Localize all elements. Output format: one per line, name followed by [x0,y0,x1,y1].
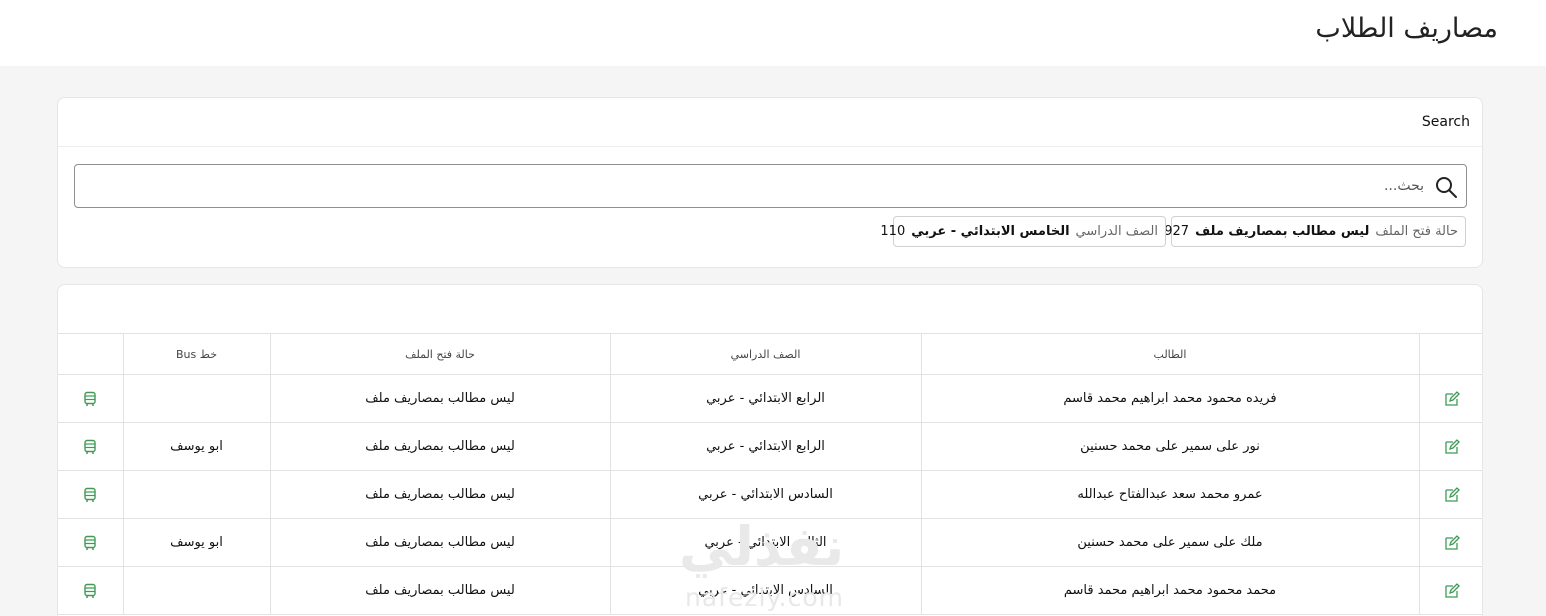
student-name-cell: نور على سمير على محمد حسنين [920,422,1419,471]
filter-chip-count: 927 [1164,224,1190,239]
bus-action-cell [58,518,123,567]
page-title: مصاريف الطلاب [1315,13,1498,44]
filter-chip-grade[interactable]: الصف الدراسي الخامس الابتدائي - عربي 110 [880,216,1166,247]
grade-cell: السادس الابتدائي - عربي [609,470,921,519]
bus-icon[interactable] [82,439,98,455]
filter-chip-file-status[interactable]: حالة فتح الملف ليس مطالب بمصاريف ملف 927 [1164,216,1466,247]
bus-line-cell: ابو يوسف [122,518,270,567]
search-input[interactable] [104,174,1424,198]
edit-icon[interactable] [1444,582,1460,599]
search-panel-title: Search [1421,114,1470,130]
search-icon [1436,177,1457,198]
filter-chip-label: حالة فتح الملف [1375,224,1458,239]
grade-cell: الرابع الابتدائي - عربي [609,374,921,423]
bus-action-cell [58,422,123,471]
search-panel: Search حالة فتح الملف ليس مطالب بمصاريف … [57,97,1483,268]
bus-action-cell [58,566,123,615]
bus-action-cell [58,470,123,519]
edit-cell [1418,518,1482,567]
table-row: محمد محمود محمد ابراهيم محمد قاسم السادس… [58,566,1482,615]
file-status-cell: ليس مطالب بمصاريف ملف [269,422,610,471]
search-box[interactable] [74,164,1467,208]
bus-line-cell [122,470,270,519]
student-name-cell: ملك على سمير على محمد حسنين [920,518,1419,567]
bus-icon[interactable] [82,535,98,551]
edit-icon[interactable] [1444,534,1460,551]
student-name-cell: محمد محمود محمد ابراهيم محمد قاسم [920,566,1419,615]
table-row: نور على سمير على محمد حسنين الرابع الابت… [58,422,1482,471]
edit-cell [1418,422,1482,471]
bus-icon[interactable] [82,583,98,599]
filter-chip-value: الخامس الابتدائي - عربي [911,224,1070,239]
column-header-bus-line: خط Bus [122,333,270,375]
filter-chip-count: 110 [880,224,906,239]
column-header-actions [1418,333,1482,375]
grade-cell: الرابع الابتدائي - عربي [609,422,921,471]
bus-action-cell [58,374,123,423]
bus-line-cell [122,566,270,615]
edit-cell [1418,470,1482,519]
filter-chip-value: ليس مطالب بمصاريف ملف [1195,224,1370,239]
students-table: الطالب الصف الدراسي حالة فتح الملف خط Bu… [58,333,1482,615]
file-status-cell: ليس مطالب بمصاريف ملف [269,566,610,615]
column-header-bus-action [58,333,123,375]
edit-icon[interactable] [1444,390,1460,407]
column-header-file-status: حالة فتح الملف [269,333,610,375]
search-panel-divider [58,146,1482,147]
edit-cell [1418,374,1482,423]
file-status-cell: ليس مطالب بمصاريف ملف [269,374,610,423]
students-table-panel: الطالب الصف الدراسي حالة فتح الملف خط Bu… [57,284,1483,616]
table-row: عمرو محمد سعد عبدالفتاح عبدالله السادس ا… [58,470,1482,519]
filter-chip-label: الصف الدراسي [1075,224,1158,239]
table-row: ملك على سمير على محمد حسنين الثالث الابت… [58,518,1482,567]
table-row: فريده محمود محمد ابراهيم محمد قاسم الراب… [58,374,1482,423]
file-status-cell: ليس مطالب بمصاريف ملف [269,518,610,567]
bus-line-cell [122,374,270,423]
edit-cell [1418,566,1482,615]
bus-icon[interactable] [82,487,98,503]
file-status-cell: ليس مطالب بمصاريف ملف [269,470,610,519]
bus-icon[interactable] [82,391,98,407]
column-header-grade: الصف الدراسي [609,333,921,375]
table-header-row: الطالب الصف الدراسي حالة فتح الملف خط Bu… [58,333,1482,375]
column-header-student: الطالب [920,333,1419,375]
top-bar: مصاريف الطلاب [0,0,1546,66]
grade-cell: الثالث الابتدائي - عربي [609,518,921,567]
bus-line-cell: ابو يوسف [122,422,270,471]
edit-icon[interactable] [1444,486,1460,503]
grade-cell: السادس الابتدائي - عربي [609,566,921,615]
student-name-cell: عمرو محمد سعد عبدالفتاح عبدالله [920,470,1419,519]
edit-icon[interactable] [1444,438,1460,455]
student-name-cell: فريده محمود محمد ابراهيم محمد قاسم [920,374,1419,423]
